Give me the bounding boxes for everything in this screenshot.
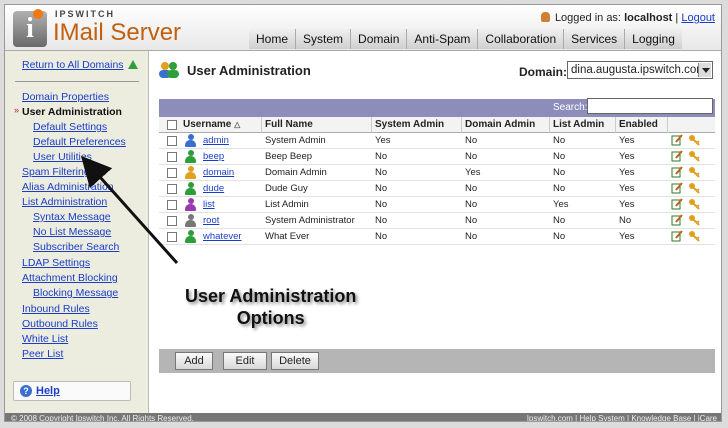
annotation-text: User Administration Options bbox=[185, 285, 356, 329]
annotation-line1: User Administration bbox=[185, 286, 357, 306]
app-window: i IPSWITCH IMail Server Logged in as: lo… bbox=[4, 4, 722, 422]
annotation-line2: Options bbox=[236, 308, 305, 328]
annotation-arrow-icon bbox=[80, 155, 179, 265]
